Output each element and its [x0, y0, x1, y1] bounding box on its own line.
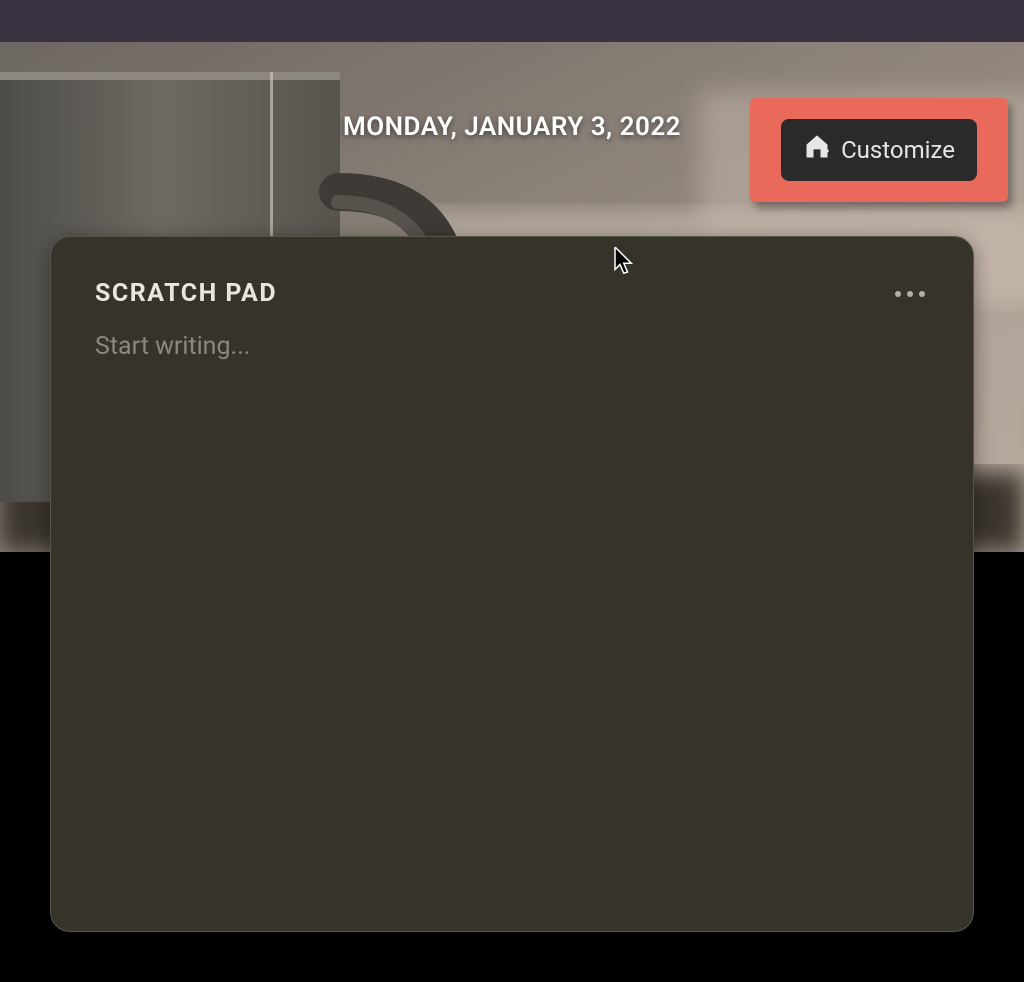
- customize-button-label: Customize: [841, 136, 955, 164]
- scratch-pad-header: SCRATCH PAD: [95, 279, 929, 308]
- customize-highlight-box: Customize: [750, 98, 1008, 202]
- scratch-pad-widget: SCRATCH PAD: [50, 236, 974, 932]
- customize-button[interactable]: Customize: [781, 119, 977, 181]
- more-horizontal-icon: [895, 291, 925, 297]
- window-top-bar: [0, 0, 1024, 42]
- scratch-pad-more-button[interactable]: [891, 287, 929, 301]
- date-display: MONDAY, JANUARY 3, 2022: [343, 112, 681, 142]
- scratch-pad-title: SCRATCH PAD: [95, 279, 277, 308]
- scratch-pad-input[interactable]: [95, 332, 929, 361]
- home-edit-icon: [803, 133, 831, 167]
- mouse-cursor: [614, 247, 636, 277]
